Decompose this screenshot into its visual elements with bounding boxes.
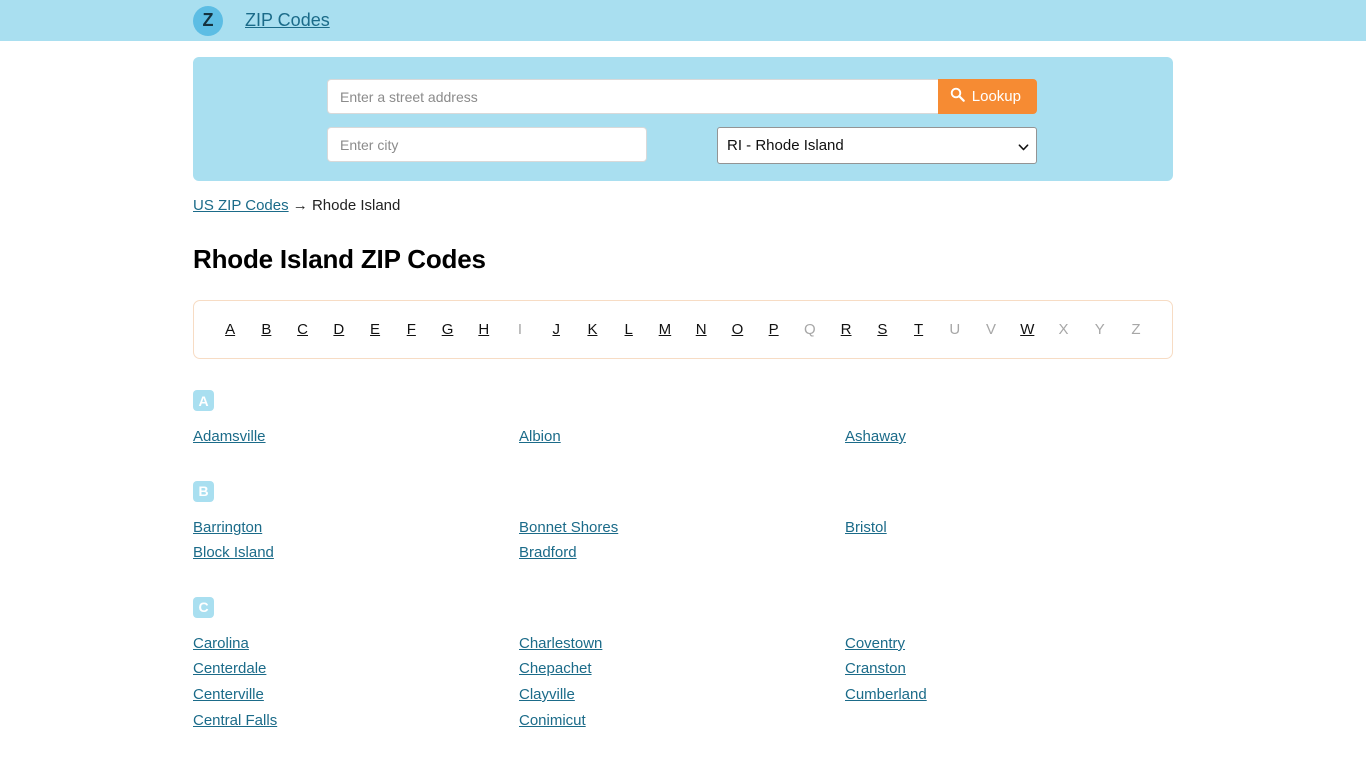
site-header: Z ZIP Codes	[0, 0, 1366, 41]
city-column: Adamsville	[193, 424, 519, 450]
city-link[interactable]: Block Island	[193, 540, 274, 566]
alphabet-letter-t[interactable]: T	[900, 321, 936, 338]
city-link[interactable]: Chepachet	[519, 656, 592, 682]
city-link[interactable]: Central Falls	[193, 708, 277, 734]
logo-icon: Z	[193, 5, 223, 36]
alphabet-letter-g[interactable]: G	[429, 321, 465, 338]
alphabet-letter-i: I	[517, 321, 523, 338]
state-select[interactable]: RI - Rhode Island	[717, 127, 1037, 164]
brand-link[interactable]: ZIP Codes	[245, 10, 330, 31]
alphabet-letter-c[interactable]: C	[284, 321, 320, 338]
search-icon	[950, 87, 965, 106]
alphabet-letter-s[interactable]: S	[864, 321, 900, 338]
city-link[interactable]: Cranston	[845, 656, 906, 682]
alphabet-letter-h[interactable]: H	[466, 321, 502, 338]
alphabet-letter-p[interactable]: P	[756, 321, 792, 338]
alphabet-letter-j[interactable]: J	[538, 321, 574, 338]
breadcrumb-separator-arrow: →	[292, 197, 308, 214]
street-address-input[interactable]	[327, 79, 938, 114]
alphabet-letter-r[interactable]: R	[828, 321, 864, 338]
alphabet-letter-v: V	[986, 321, 997, 338]
city-column: Carolina Centerdale Centerville Central Fal…	[193, 631, 519, 733]
alphabet-letter-k[interactable]: K	[574, 321, 610, 338]
alphabet-letter-n[interactable]: N	[683, 321, 719, 338]
lookup-button[interactable]: Lookup	[937, 79, 1037, 114]
city-link[interactable]: Albion	[519, 424, 561, 450]
letter-badge: B	[193, 480, 214, 502]
city-link[interactable]: Conimicut	[519, 708, 586, 734]
alphabet-letter-u: U	[949, 321, 961, 338]
city-link[interactable]: Ashaway	[845, 424, 906, 450]
city-link[interactable]: Bradford	[519, 540, 577, 566]
alphabet-letter-b[interactable]: B	[248, 321, 284, 338]
city-link[interactable]: Charlestown	[519, 631, 602, 657]
alphabet-letter-l[interactable]: L	[611, 321, 647, 338]
city-link[interactable]: Coventry	[845, 631, 905, 657]
alphabet-letter-m[interactable]: M	[647, 321, 683, 338]
city-columns: Carolina Centerdale Centerville Central Fal…	[193, 631, 1173, 733]
alphabet-letter-o[interactable]: O	[719, 321, 755, 338]
city-link[interactable]: Clayville	[519, 682, 575, 708]
breadcrumb-current: Rhode Island	[311, 197, 401, 214]
letter-badge: C	[193, 596, 214, 618]
city-column: Charlestown Chepachet Clayville Conimicut	[519, 631, 845, 733]
alphabet-letter-q: Q	[804, 321, 816, 338]
alphabet-letter-w[interactable]: W	[1009, 321, 1045, 338]
alphabet-letter-d[interactable]: D	[321, 321, 357, 338]
alphabet-letter-y: Y	[1094, 321, 1105, 338]
page-container: Lookup RI - Rhode Island US ZIP Codes → …	[193, 57, 1173, 733]
breadcrumb-home-link[interactable]: US ZIP Codes	[193, 197, 289, 214]
alphabet-letter-z: Z	[1131, 321, 1141, 338]
city-link[interactable]: Barrington	[193, 515, 262, 541]
lookup-button-label: Lookup	[971, 88, 1021, 105]
city-column: Barrington Block Island	[193, 515, 519, 566]
letter-section-a: A Adamsville Albion Ashaway	[193, 390, 1173, 450]
city-state-row: RI - Rhode Island	[193, 127, 1173, 164]
city-column: Bristol	[845, 515, 1171, 566]
city-columns: Barrington Block Island Bonnet Shores Bradf…	[193, 515, 1173, 566]
city-column: Coventry Cranston Cumberland	[845, 631, 1171, 733]
city-link[interactable]: Adamsville	[193, 424, 266, 450]
alphabet-letter-f[interactable]: F	[393, 321, 429, 338]
city-column: Bonnet Shores Bradford	[519, 515, 845, 566]
alphabet-letter-e[interactable]: E	[357, 321, 393, 338]
city-link[interactable]: Bristol	[845, 515, 887, 541]
breadcrumb: US ZIP Codes → Rhode Island	[193, 197, 1173, 214]
address-search-row: Lookup	[193, 79, 1173, 114]
city-link[interactable]: Bonnet Shores	[519, 515, 618, 541]
city-column: Ashaway	[845, 424, 1171, 450]
city-link[interactable]: Centerdale	[193, 656, 266, 682]
alphabet-letter-x: X	[1058, 321, 1069, 338]
city-link[interactable]: Centerville	[193, 682, 264, 708]
city-link[interactable]: Cumberland	[845, 682, 927, 708]
letter-section-b: B Barrington Block Island Bonnet Shores Brad…	[193, 480, 1173, 566]
state-select-wrapper: RI - Rhode Island	[717, 127, 1037, 164]
page-title: Rhode Island ZIP Codes	[193, 244, 486, 274]
city-column: Albion	[519, 424, 845, 450]
letter-badge: A	[193, 390, 214, 411]
alphabet-nav: ABCDEFGHIJKLMNOPQRSTU VWX Y Z	[193, 300, 1173, 359]
alphabet-letter-a[interactable]: A	[212, 321, 248, 338]
letter-section-c: C Carolina Centerdale Centerville Central Fa…	[193, 596, 1173, 733]
city-sections: A Adamsville Albion Ashaway B Barrington Block…	[193, 390, 1173, 733]
city-link[interactable]: Carolina	[193, 631, 249, 657]
search-panel: Lookup RI - Rhode Island	[193, 57, 1173, 181]
city-input[interactable]	[327, 127, 647, 162]
city-columns: Adamsville Albion Ashaway	[193, 424, 1173, 450]
